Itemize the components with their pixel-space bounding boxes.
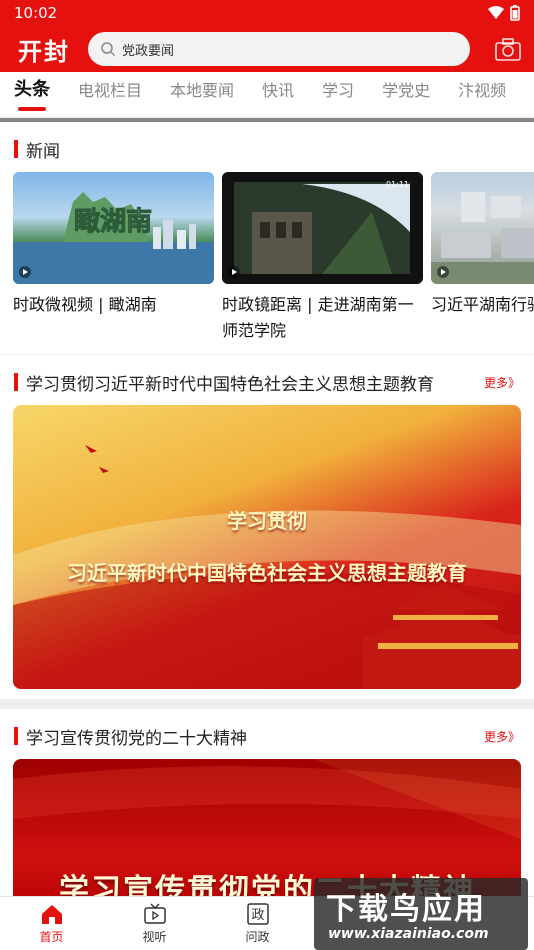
app-header: 开封 党政要闻 [0,26,534,72]
duration-badge: 01:11 [385,180,409,189]
nav-audiovisual[interactable]: 视听 [103,897,206,950]
tv-icon [143,903,166,924]
section-title: 学习贯彻习近平新时代中国特色社会主义思想主题教育 [14,370,434,395]
tab-divider [0,118,534,122]
app-logo[interactable]: 开封 [18,32,88,67]
congress-section-header: 学习宣传贯彻党的二十大精神 更多》 [0,721,534,751]
search-icon [101,42,116,57]
channel-tabs: 头条 电视栏目 本地要闻 快讯 学习 学党史 汴视频 文化 [0,72,534,118]
nav-home-label: 首页 [39,930,64,944]
wifi-icon [488,6,504,19]
svg-text:政: 政 [251,908,264,923]
tab-bian-video[interactable]: 汴视频 [458,77,506,117]
study-banner[interactable]: 学习贯彻 习近平新时代中国特色社会主义思想主题教育 [13,405,521,689]
watermark-main: 下载鸟应用 [326,892,486,927]
search-bar[interactable]: 党政要闻 [88,32,470,66]
watermark-url: www.xiazainiao.com [328,926,489,942]
battery-icon [510,5,520,21]
news-carousel[interactable]: 瞰湖南 时政微视频 | 瞰湖南 01:11 时政镜距离 | 走进湖南第一师范学院… [0,164,534,344]
tab-headlines[interactable]: 头条 [14,75,50,117]
tab-party-history[interactable]: 学党史 [382,77,430,117]
home-icon [41,905,62,924]
more-link[interactable]: 更多》 [484,374,520,391]
status-time: 10:02 [14,4,58,22]
nav-inquiry-label: 问政 [245,930,270,944]
app-screen: 10:02 开封 党政要闻 头条 电视栏目 本地要闻 快讯 学习 学党史 汴视频… [0,0,534,950]
tab-local-news[interactable]: 本地要闻 [170,77,234,117]
news-card-title[interactable]: 时政微视频 | 瞰湖南 [13,292,214,318]
news-thumbnail[interactable] [431,172,534,284]
news-card[interactable]: 习近平湖南行驱动低碳未来 [431,172,534,344]
camera-icon[interactable] [494,35,522,63]
news-card-title[interactable]: 时政镜距离 | 走进湖南第一师范学院 [222,292,423,344]
play-icon [437,266,449,278]
lake-city-illustration: 瞰湖南 [13,192,214,284]
section-separator [0,699,534,709]
play-icon [228,266,240,278]
news-card[interactable]: 01:11 时政镜距离 | 走进湖南第一师范学院 [222,172,423,344]
more-link[interactable]: 更多》 [484,728,520,745]
play-icon [19,266,31,278]
section-title: 学习宣传贯彻党的二十大精神 [14,724,247,749]
news-section: 新闻 瞰湖南 时政微视频 | 瞰湖南 01:11 时政镜距离 | 走进湖南第一师… [0,122,534,355]
tab-tv-programs[interactable]: 电视栏目 [78,77,142,117]
svg-text:瞰湖南: 瞰湖南 [74,207,152,237]
tiananmen-illustration [13,445,521,689]
study-section-header: 学习贯彻习近平新时代中国特色社会主义思想主题教育 更多》 [0,367,534,397]
nav-inquiry[interactable]: 政 问政 [206,897,309,950]
nav-audiovisual-label: 视听 [142,930,167,944]
news-section-header: 新闻 [0,134,534,164]
study-section: 学习贯彻习近平新时代中国特色社会主义思想主题教育 更多》 学习贯彻 习近平新时代… [0,355,534,709]
news-card-title[interactable]: 习近平湖南行驱动低碳未来 [431,292,534,318]
news-thumbnail[interactable]: 瞰湖南 [13,172,214,284]
tab-study[interactable]: 学习 [322,77,354,117]
watermark-logo: 下载鸟应用 www.xiazainiao.com [314,878,528,950]
banner-line-1: 学习贯彻 [227,509,307,533]
tab-flash-news[interactable]: 快讯 [262,77,294,117]
section-title: 新闻 [14,137,60,162]
search-input[interactable]: 党政要闻 [122,40,174,59]
nav-home[interactable]: 首页 [0,897,103,950]
news-thumbnail[interactable]: 01:11 [222,172,423,284]
news-card[interactable]: 瞰湖南 时政微视频 | 瞰湖南 [13,172,214,344]
zheng-icon: 政 [246,903,269,925]
status-bar: 10:02 [0,0,534,26]
status-icons [488,5,520,21]
banner-line-2: 习近平新时代中国特色社会主义思想主题教育 [67,561,467,585]
